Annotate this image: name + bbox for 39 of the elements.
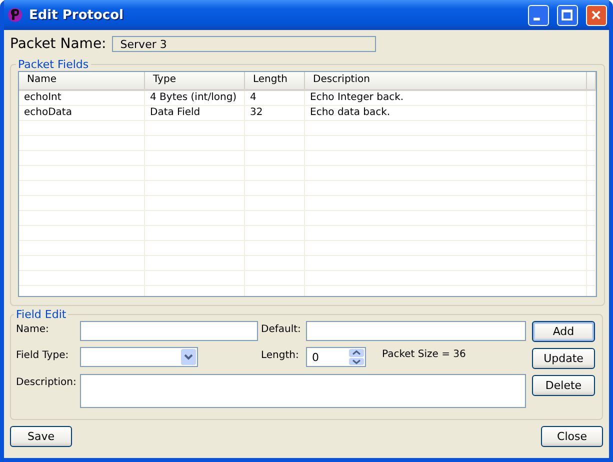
field-label: Name: xyxy=(16,323,50,335)
group-title: Field Edit xyxy=(15,308,68,321)
table-cell: Echo Integer back. xyxy=(305,91,587,105)
window-title: Edit Protocol xyxy=(29,8,124,22)
field-label: Length: xyxy=(260,349,300,361)
name-field[interactable] xyxy=(80,321,258,341)
table-cell: 4 Bytes (int/long) xyxy=(145,91,245,105)
default-field[interactable] xyxy=(306,321,526,341)
table-cell: 4 xyxy=(245,91,305,105)
packet-size-text: Packet Size = 36 xyxy=(382,348,466,360)
dialog-button[interactable]: Delete xyxy=(532,375,595,396)
field-label: Default: xyxy=(260,323,302,335)
column-header[interactable]: Type xyxy=(145,72,245,89)
table-cell: 32 xyxy=(245,106,305,120)
field-type-dropdown[interactable] xyxy=(80,347,198,367)
minimize-button[interactable] xyxy=(528,4,549,26)
table-cell: Echo data back. xyxy=(305,106,587,120)
table-cell: Data Field xyxy=(145,106,245,120)
table-cell: echoData xyxy=(19,106,145,120)
close-button[interactable] xyxy=(586,4,607,26)
group-title: Packet Fields xyxy=(17,58,90,71)
app-logo-icon xyxy=(7,7,23,23)
spin-up-icon[interactable] xyxy=(349,349,364,356)
spin-down-icon[interactable] xyxy=(349,358,364,365)
packet-name-field[interactable]: Server 3 xyxy=(112,36,376,52)
dialog-button[interactable]: Save xyxy=(10,426,72,447)
column-header[interactable]: Description xyxy=(305,72,587,89)
field-label: Description: xyxy=(16,376,78,388)
description-field[interactable] xyxy=(80,374,526,408)
dialog-button[interactable]: Add xyxy=(532,321,595,342)
column-header[interactable]: Name xyxy=(19,72,145,89)
dialog-button[interactable]: Close xyxy=(541,426,603,447)
column-header[interactable]: Length xyxy=(245,72,305,89)
dialog-button[interactable]: Update xyxy=(532,348,595,369)
maximize-button[interactable] xyxy=(557,4,578,26)
length-spinner[interactable]: 0 xyxy=(306,347,366,367)
table-cell: echoInt xyxy=(19,91,145,105)
field-label: Packet Name: xyxy=(10,36,106,52)
field-label: Field Type: xyxy=(16,349,70,361)
